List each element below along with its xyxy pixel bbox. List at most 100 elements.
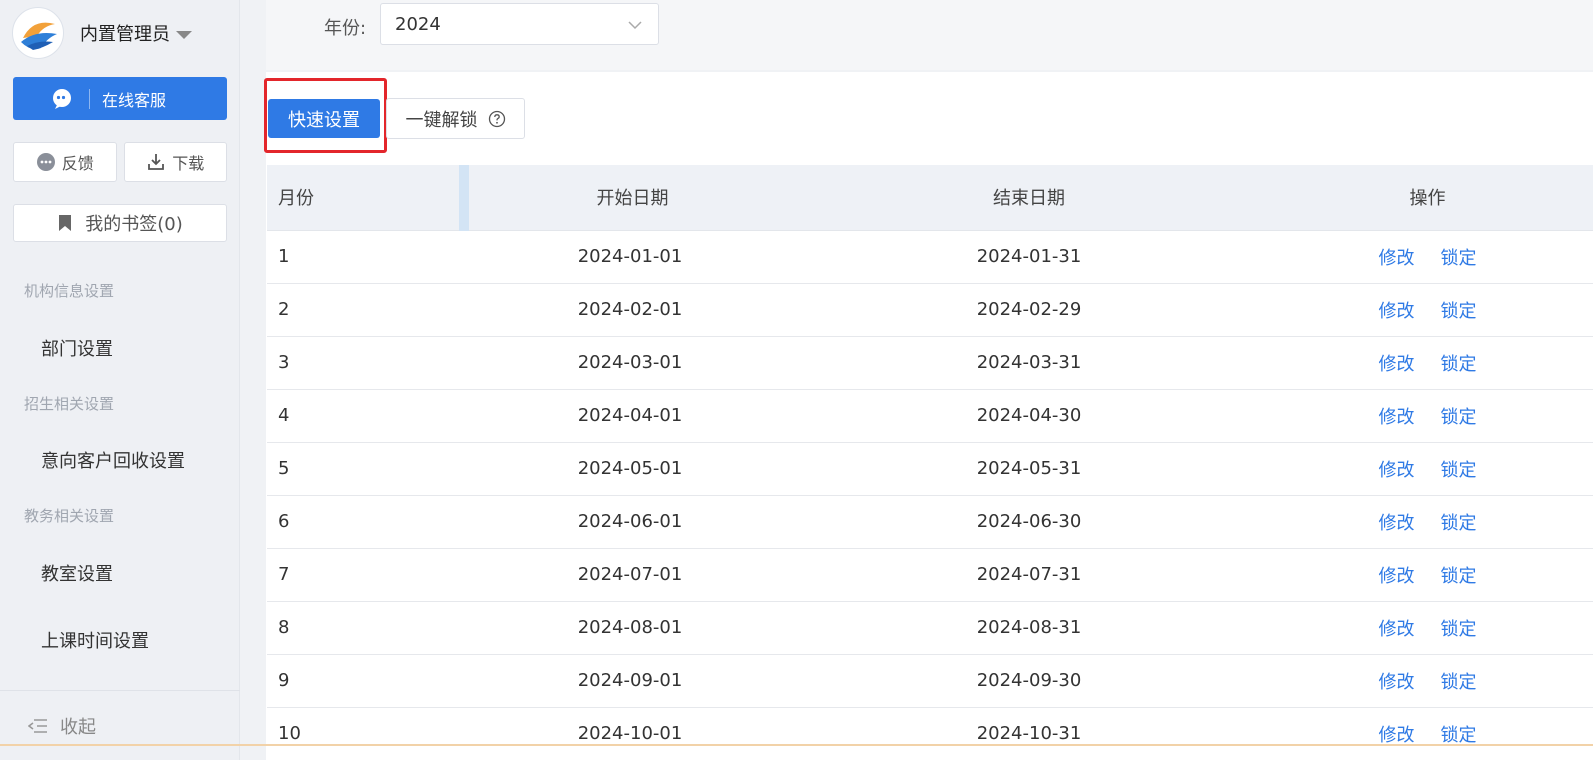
online-service-button[interactable]: 在线客服 bbox=[13, 77, 227, 120]
ops-cell: 修改 锁定 bbox=[1262, 707, 1593, 760]
edit-link[interactable]: 修改 bbox=[1379, 672, 1415, 693]
edit-link[interactable]: 修改 bbox=[1379, 460, 1415, 481]
ops-cell: 修改 锁定 bbox=[1262, 389, 1593, 443]
collapse-label: 收起 bbox=[60, 716, 96, 738]
edit-link[interactable]: 修改 bbox=[1379, 513, 1415, 534]
start-date-cell: 2024-03-01 bbox=[464, 336, 796, 390]
month-cell: 9 bbox=[267, 654, 464, 708]
user-menu[interactable]: 内置管理员 bbox=[12, 7, 192, 59]
ops-cell: 修改 锁定 bbox=[1262, 442, 1593, 496]
end-date-cell: 2024-01-31 bbox=[796, 230, 1262, 284]
chevron-down-icon bbox=[628, 21, 642, 30]
table-row: 5 2024-05-01 2024-05-31 修改 锁定 bbox=[267, 442, 1593, 496]
start-date-cell: 2024-08-01 bbox=[464, 601, 796, 655]
avatar bbox=[12, 7, 64, 59]
month-cell: 8 bbox=[267, 601, 464, 655]
lock-link[interactable]: 锁定 bbox=[1441, 566, 1477, 587]
lock-link[interactable]: 锁定 bbox=[1441, 354, 1477, 375]
month-cell: 10 bbox=[267, 707, 464, 760]
filter-bar: 年份: 2024 bbox=[266, 0, 1593, 70]
lock-link[interactable]: 锁定 bbox=[1441, 725, 1477, 746]
end-date-cell: 2024-04-30 bbox=[796, 389, 1262, 443]
table-row: 4 2024-04-01 2024-04-30 修改 锁定 bbox=[267, 389, 1593, 443]
month-table: 月份 开始日期 结束日期 操作 1 2024-01-01 2024-01-31 … bbox=[267, 165, 1593, 760]
lock-link[interactable]: 锁定 bbox=[1441, 460, 1477, 481]
edit-link[interactable]: 修改 bbox=[1379, 619, 1415, 640]
start-date-cell: 2024-07-01 bbox=[464, 548, 796, 602]
end-date-cell: 2024-02-29 bbox=[796, 283, 1262, 337]
online-service-label: 在线客服 bbox=[102, 90, 167, 110]
start-date-cell: 2024-05-01 bbox=[464, 442, 796, 496]
help-icon[interactable] bbox=[488, 110, 506, 128]
month-cell: 5 bbox=[267, 442, 464, 496]
col-ops-header: 操作 bbox=[1262, 165, 1593, 231]
ops-cell: 修改 锁定 bbox=[1262, 654, 1593, 708]
user-name: 内置管理员 bbox=[80, 24, 170, 45]
menu-group-title: 招生相关设置 bbox=[24, 395, 115, 413]
feedback-icon bbox=[36, 153, 55, 171]
year-select[interactable]: 2024 bbox=[380, 3, 659, 45]
col-end-header: 结束日期 bbox=[796, 165, 1262, 231]
lock-link[interactable]: 锁定 bbox=[1441, 248, 1477, 269]
ops-cell: 修改 锁定 bbox=[1262, 336, 1593, 390]
menu-group-title: 机构信息设置 bbox=[24, 282, 115, 300]
feedback-button[interactable]: 反馈 bbox=[13, 142, 117, 182]
divider bbox=[89, 88, 90, 109]
end-date-cell: 2024-10-31 bbox=[796, 707, 1262, 760]
table-row: 1 2024-01-01 2024-01-31 修改 锁定 bbox=[267, 230, 1593, 284]
edit-link[interactable]: 修改 bbox=[1379, 725, 1415, 746]
month-cell: 6 bbox=[267, 495, 464, 549]
collapse-sidebar-button[interactable]: 收起 bbox=[0, 690, 240, 760]
end-date-cell: 2024-06-30 bbox=[796, 495, 1262, 549]
edit-link[interactable]: 修改 bbox=[1379, 354, 1415, 375]
lock-link[interactable]: 锁定 bbox=[1441, 513, 1477, 534]
quick-actions: 反馈 下载 bbox=[13, 142, 227, 182]
lock-link[interactable]: 锁定 bbox=[1441, 619, 1477, 640]
ops-cell: 修改 锁定 bbox=[1262, 601, 1593, 655]
table-row: 7 2024-07-01 2024-07-31 修改 锁定 bbox=[267, 548, 1593, 602]
edit-link[interactable]: 修改 bbox=[1379, 301, 1415, 322]
end-date-cell: 2024-09-30 bbox=[796, 654, 1262, 708]
end-date-cell: 2024-08-31 bbox=[796, 601, 1262, 655]
ops-cell: 修改 锁定 bbox=[1262, 283, 1593, 337]
edit-link[interactable]: 修改 bbox=[1379, 407, 1415, 428]
sidebar: 内置管理员 在线客服 反馈 下载 我的书签(0) 机构信息设置 部门设置 招生相… bbox=[0, 0, 240, 760]
table-row: 3 2024-03-01 2024-03-31 修改 锁定 bbox=[267, 336, 1593, 390]
download-label: 下载 bbox=[172, 154, 205, 173]
month-cell: 2 bbox=[267, 283, 464, 337]
bookmark-icon bbox=[59, 215, 72, 231]
sidebar-item-class-time[interactable]: 上课时间设置 bbox=[41, 627, 149, 653]
bookmarks-label: 我的书签(0) bbox=[85, 214, 183, 235]
col-month-header: 月份 bbox=[267, 165, 469, 231]
edit-link[interactable]: 修改 bbox=[1379, 248, 1415, 269]
sidebar-item-lead-recycle[interactable]: 意向客户回收设置 bbox=[41, 447, 185, 473]
logo-icon bbox=[21, 22, 57, 50]
collapse-icon bbox=[28, 718, 47, 733]
chat-icon bbox=[53, 88, 71, 109]
start-date-cell: 2024-01-01 bbox=[464, 230, 796, 284]
edit-link[interactable]: 修改 bbox=[1379, 566, 1415, 587]
start-date-cell: 2024-10-01 bbox=[464, 707, 796, 760]
bottom-border bbox=[0, 744, 1593, 746]
ops-cell: 修改 锁定 bbox=[1262, 230, 1593, 284]
month-cell: 7 bbox=[267, 548, 464, 602]
sidebar-item-department[interactable]: 部门设置 bbox=[41, 335, 113, 361]
bookmarks-button[interactable]: 我的书签(0) bbox=[13, 204, 227, 242]
table-row: 8 2024-08-01 2024-08-31 修改 锁定 bbox=[267, 601, 1593, 655]
start-date-cell: 2024-06-01 bbox=[464, 495, 796, 549]
ops-cell: 修改 锁定 bbox=[1262, 495, 1593, 549]
download-icon bbox=[148, 154, 165, 170]
start-date-cell: 2024-02-01 bbox=[464, 283, 796, 337]
unlock-all-button[interactable]: 一键解锁 bbox=[386, 98, 525, 139]
table-row: 6 2024-06-01 2024-06-30 修改 锁定 bbox=[267, 495, 1593, 549]
download-button[interactable]: 下载 bbox=[123, 142, 227, 182]
table-row: 2 2024-02-01 2024-02-29 修改 锁定 bbox=[267, 283, 1593, 337]
lock-link[interactable]: 锁定 bbox=[1441, 672, 1477, 693]
year-value: 2024 bbox=[395, 13, 441, 35]
lock-link[interactable]: 锁定 bbox=[1441, 301, 1477, 322]
sidebar-item-classroom[interactable]: 教室设置 bbox=[41, 560, 113, 586]
start-date-cell: 2024-09-01 bbox=[464, 654, 796, 708]
table-row: 10 2024-10-01 2024-10-31 修改 锁定 bbox=[267, 707, 1593, 760]
month-cell: 4 bbox=[267, 389, 464, 443]
lock-link[interactable]: 锁定 bbox=[1441, 407, 1477, 428]
